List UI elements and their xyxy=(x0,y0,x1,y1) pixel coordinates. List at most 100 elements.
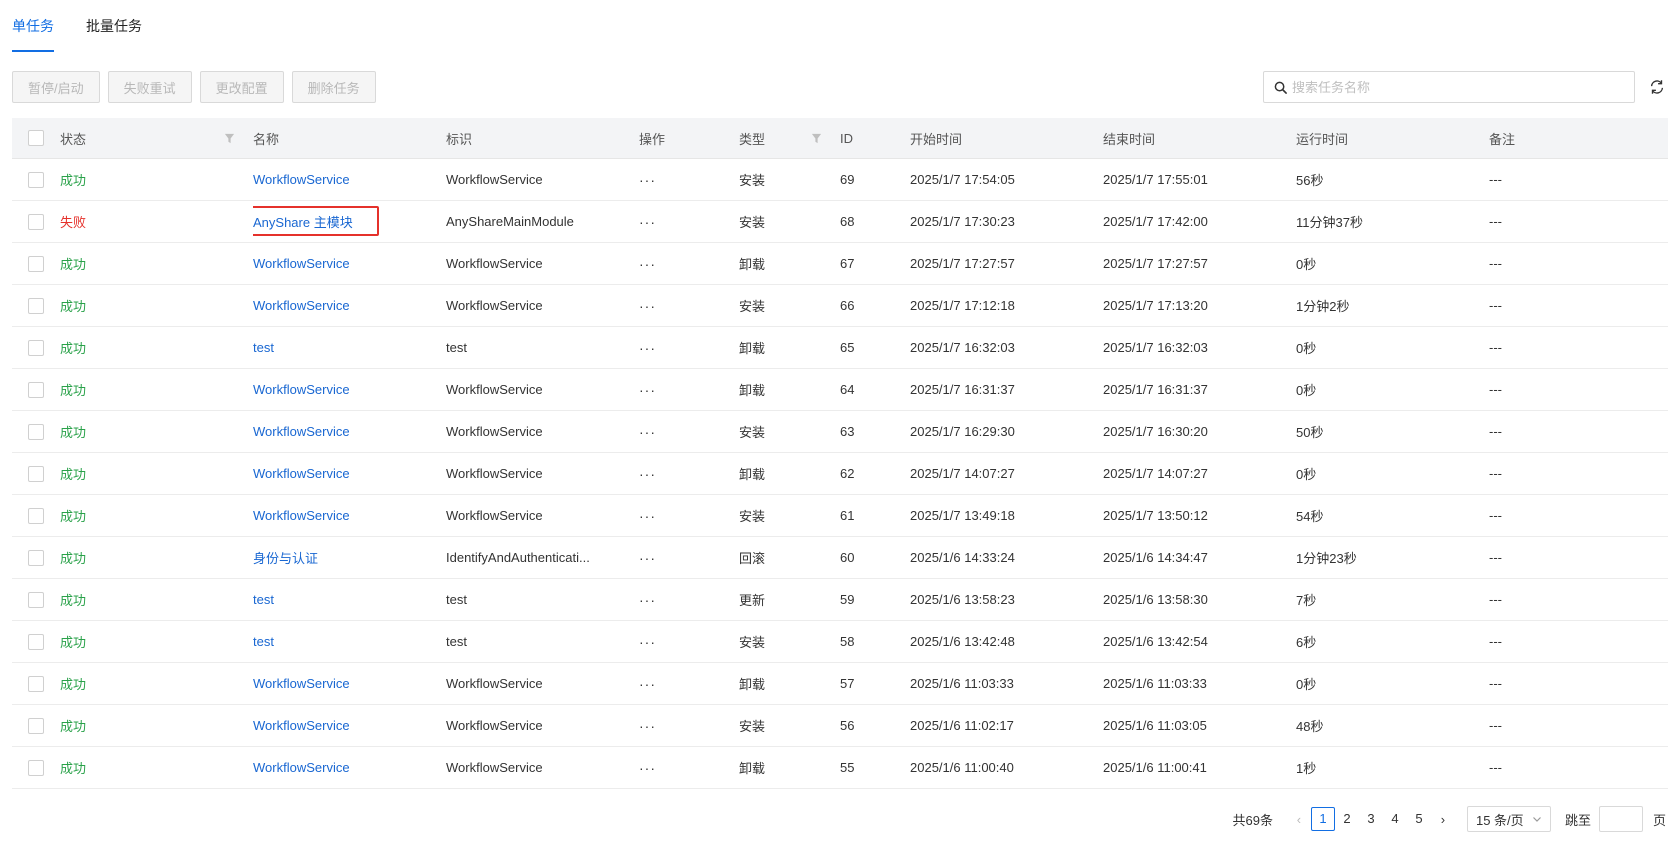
name-cell: test xyxy=(253,621,446,662)
table-row[interactable]: 成功 WorkflowService WorkflowService ··· 卸载 57 2… xyxy=(12,663,1668,705)
row-check-cell xyxy=(12,453,60,494)
prev-page-icon[interactable]: ‹ xyxy=(1287,812,1311,827)
table-row[interactable]: 成功 WorkflowService WorkflowService ··· 安装 63 2… xyxy=(12,411,1668,453)
task-name-link[interactable]: WorkflowService xyxy=(253,760,350,775)
row-checkbox[interactable] xyxy=(28,297,44,314)
status-text: 成功 xyxy=(60,761,87,776)
table-row[interactable]: 成功 WorkflowService WorkflowService ··· 安装 56 2… xyxy=(12,705,1668,747)
row-checkbox[interactable] xyxy=(28,633,44,650)
header-check-cell xyxy=(12,118,60,158)
name-cell: WorkflowService xyxy=(253,663,446,704)
more-actions-icon[interactable]: ··· xyxy=(639,382,656,398)
refresh-icon[interactable] xyxy=(1648,78,1666,96)
end-time-cell: 2025/1/7 14:07:27 xyxy=(1103,466,1208,481)
page-5-button[interactable]: 5 xyxy=(1407,807,1431,831)
table-row[interactable]: 成功 test test ··· 卸载 65 2025/1/7 16:32:03 2025/1… xyxy=(12,327,1668,369)
search-input[interactable] xyxy=(1292,79,1634,95)
row-checkbox[interactable] xyxy=(28,507,44,524)
table-row[interactable]: 成功 WorkflowService WorkflowService ··· 安装 66 2… xyxy=(12,285,1668,327)
op-cell: ··· xyxy=(639,411,739,452)
table-row[interactable]: 失败 AnyShare 主模块 AnyShareMainModule ··· 安装 68 2… xyxy=(12,201,1668,243)
change-config-button[interactable]: 更改配置 xyxy=(199,71,284,103)
row-checkbox[interactable] xyxy=(28,465,44,482)
row-checkbox[interactable] xyxy=(28,255,44,272)
row-checkbox[interactable] xyxy=(28,381,44,398)
tag-cell: WorkflowService xyxy=(446,424,543,439)
tag-cell: WorkflowService xyxy=(446,718,543,733)
task-name-link[interactable]: WorkflowService xyxy=(253,424,350,439)
search-icon xyxy=(1274,81,1287,94)
table-row[interactable]: 成功 test test ··· 安装 58 2025/1/6 13:42:48 2025/1… xyxy=(12,621,1668,663)
row-check-cell xyxy=(12,411,60,452)
page-size-select[interactable]: 15 条/页 xyxy=(1466,806,1551,832)
task-name-link[interactable]: test xyxy=(253,592,274,607)
task-name-link[interactable]: WorkflowService xyxy=(253,382,350,397)
page-1-button[interactable]: 1 xyxy=(1310,807,1335,831)
more-actions-icon[interactable]: ··· xyxy=(639,340,656,356)
more-actions-icon[interactable]: ··· xyxy=(639,508,656,524)
table-row[interactable]: 成功 WorkflowService WorkflowService ··· 卸载 55 2… xyxy=(12,747,1668,789)
more-actions-icon[interactable]: ··· xyxy=(639,172,656,188)
more-actions-icon[interactable]: ··· xyxy=(639,256,656,272)
search-box[interactable] xyxy=(1263,71,1635,103)
start-time-cell: 2025/1/6 11:02:17 xyxy=(910,718,1014,733)
row-checkbox[interactable] xyxy=(28,675,44,692)
next-page-icon[interactable]: › xyxy=(1431,812,1455,827)
more-actions-icon[interactable]: ··· xyxy=(639,424,656,440)
row-checkbox[interactable] xyxy=(28,759,44,776)
row-checkbox[interactable] xyxy=(28,423,44,440)
name-cell: WorkflowService xyxy=(253,747,446,788)
more-actions-icon[interactable]: ··· xyxy=(639,550,656,566)
status-text: 成功 xyxy=(60,257,87,272)
row-check-cell xyxy=(12,369,60,410)
task-name-link[interactable]: WorkflowService xyxy=(253,508,350,523)
more-actions-icon[interactable]: ··· xyxy=(639,676,656,692)
more-actions-icon[interactable]: ··· xyxy=(639,214,656,230)
jump-page-input[interactable] xyxy=(1598,806,1643,832)
table-row[interactable]: 成功 WorkflowService WorkflowService ··· 卸载 67 2… xyxy=(12,243,1668,285)
delete-task-button[interactable]: 删除任务 xyxy=(291,71,376,103)
more-actions-icon[interactable]: ··· xyxy=(639,760,656,776)
more-actions-icon[interactable]: ··· xyxy=(639,298,656,314)
task-name-link[interactable]: test xyxy=(253,340,274,355)
type-filter-icon[interactable] xyxy=(811,133,822,144)
page-3-button[interactable]: 3 xyxy=(1359,807,1383,831)
more-actions-icon[interactable]: ··· xyxy=(639,592,656,608)
task-name-link[interactable]: WorkflowService xyxy=(253,256,350,271)
page-4-button[interactable]: 4 xyxy=(1383,807,1407,831)
task-name-link[interactable]: 身份与认证 xyxy=(253,548,318,567)
task-name-link[interactable]: WorkflowService xyxy=(253,172,350,187)
task-name-link[interactable]: WorkflowService xyxy=(253,466,350,481)
status-filter-icon[interactable] xyxy=(224,133,235,144)
tag-cell: WorkflowService xyxy=(446,760,543,775)
table-row[interactable]: 成功 WorkflowService WorkflowService ··· 安装 61 2… xyxy=(12,495,1668,537)
table-row[interactable]: 成功 WorkflowService WorkflowService ··· 卸载 64 2… xyxy=(12,369,1668,411)
task-name-link[interactable]: AnyShare 主模块 xyxy=(253,212,353,231)
tab-single-task[interactable]: 单任务 xyxy=(12,0,54,52)
row-checkbox[interactable] xyxy=(28,549,44,566)
task-name-link[interactable]: test xyxy=(253,634,274,649)
page-2-button[interactable]: 2 xyxy=(1335,807,1359,831)
more-actions-icon[interactable]: ··· xyxy=(639,718,656,734)
tab-batch-task[interactable]: 批量任务 xyxy=(86,0,142,52)
pause-start-button[interactable]: 暂停/启动 xyxy=(12,71,100,103)
row-checkbox[interactable] xyxy=(28,213,44,230)
more-actions-icon[interactable]: ··· xyxy=(639,634,656,650)
task-name-link[interactable]: WorkflowService xyxy=(253,676,350,691)
op-cell: ··· xyxy=(639,453,739,494)
table-row[interactable]: 成功 WorkflowService WorkflowService ··· 卸载 62 2… xyxy=(12,453,1668,495)
tag-cell: AnyShareMainModule xyxy=(446,214,574,229)
task-name-link[interactable]: WorkflowService xyxy=(253,298,350,313)
row-checkbox[interactable] xyxy=(28,717,44,734)
row-checkbox[interactable] xyxy=(28,339,44,356)
row-checkbox[interactable] xyxy=(28,171,44,188)
tag-cell: WorkflowService xyxy=(446,466,543,481)
table-row[interactable]: 成功 WorkflowService WorkflowService ··· 安装 69 2… xyxy=(12,159,1668,201)
retry-failed-button[interactable]: 失败重试 xyxy=(107,71,192,103)
task-name-link[interactable]: WorkflowService xyxy=(253,718,350,733)
table-row[interactable]: 成功 test test ··· 更新 59 2025/1/6 13:58:23 2025/1… xyxy=(12,579,1668,621)
select-all-checkbox[interactable] xyxy=(28,130,44,146)
row-checkbox[interactable] xyxy=(28,591,44,608)
table-row[interactable]: 成功 身份与认证 IdentifyAndAuthenticati... ··· 回滚 60… xyxy=(12,537,1668,579)
more-actions-icon[interactable]: ··· xyxy=(639,466,656,482)
